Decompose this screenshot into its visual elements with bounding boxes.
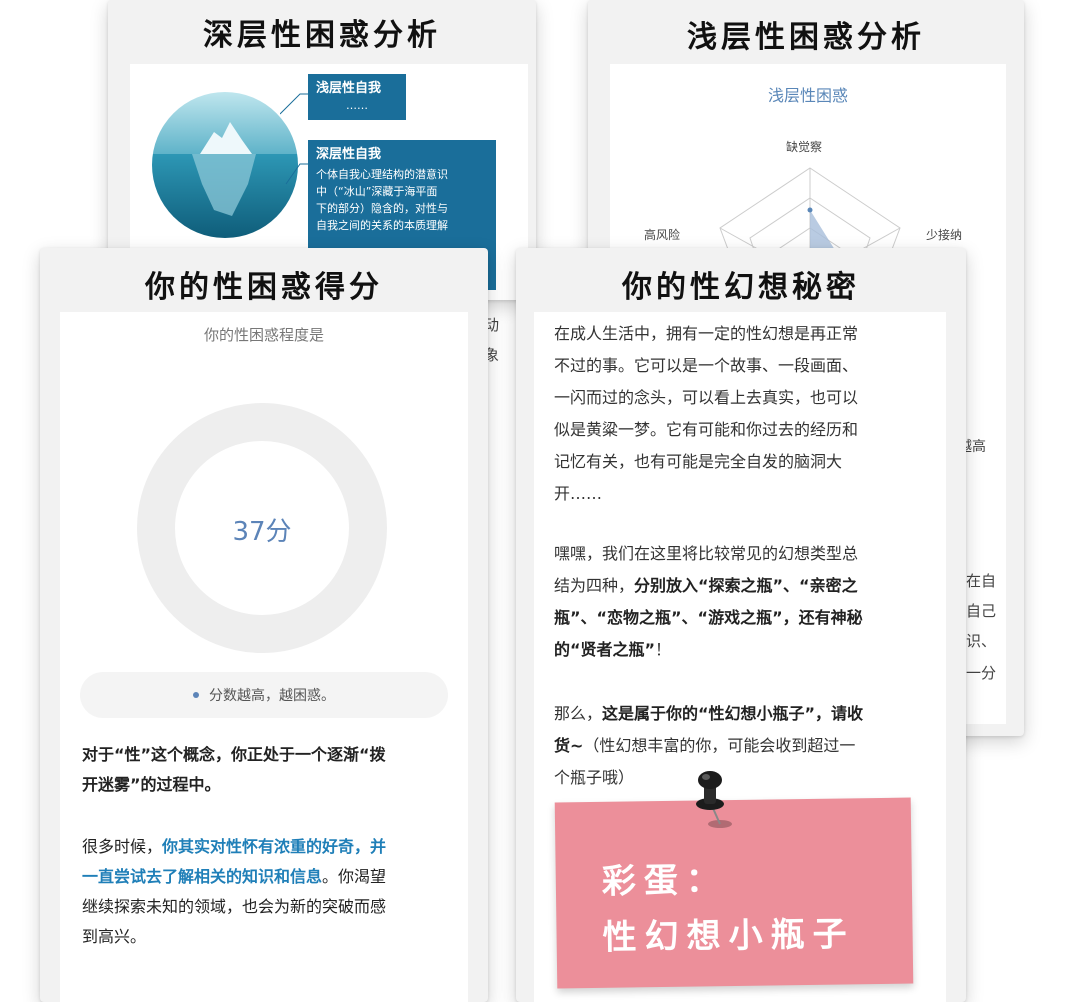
plain-text: ！	[655, 640, 672, 659]
plain-text: 很多时候，	[82, 837, 163, 856]
deep-self-line: 个体自我心理结构的潜意识	[316, 168, 448, 181]
fantasy-paragraph-3: 那么，这是属于你的“性幻想小瓶子”，请收 货~（性幻想丰富的你，可能会收到超过一…	[554, 698, 930, 794]
deep-self-line: 自我之间的关系的本质理解	[316, 219, 448, 232]
paragraph-line: 结为四种，分别放入“探索之瓶”、“亲密之	[554, 570, 930, 602]
paragraph-line: 似是黄粱一梦。它有可能和你过去的经历和	[554, 420, 859, 439]
plain-text: 。你渴望	[322, 867, 387, 886]
score-card-title: 你的性困惑得分	[145, 270, 383, 305]
shallow-card-title: 浅层性困惑分析	[687, 20, 925, 55]
score-subtitle: 你的性困惑程度是	[203, 326, 324, 344]
bold-text: 货~	[554, 736, 584, 755]
score-legend: 分数越高，越困惑。	[80, 672, 448, 718]
fantasy-card-title: 你的性幻想秘密	[622, 270, 860, 305]
shallow-card-fragment: 一分	[966, 664, 997, 682]
shallow-card-fragment: 在自	[966, 572, 997, 590]
score-donut-chart: 37分	[137, 403, 387, 653]
deep-self-title: 深层性自我	[316, 147, 382, 162]
paragraph-line: 一直尝试去了解相关的知识和信息。你渴望	[82, 862, 452, 892]
paragraph-line: 货~（性幻想丰富的你，可能会收到超过一	[554, 730, 930, 762]
highlight-text: 你其实对性怀有浓重的好奇，并	[162, 837, 387, 856]
paragraph-line: 开迷雾”的过程中。	[82, 775, 221, 794]
paragraph-line: 的“贤者之瓶”！	[554, 634, 930, 666]
shallow-self-ellipsis: ……	[346, 99, 368, 112]
paragraph-line: 个瓶子哦）	[554, 768, 635, 787]
bold-text: 分别放入“探索之瓶”、“亲密之	[634, 576, 858, 595]
sticky-line-2: 性幻想小瓶子	[602, 914, 855, 958]
shallow-self-box: 浅层性自我 ……	[308, 74, 406, 120]
highlight-text: 一直尝试去了解相关的知识和信息	[82, 867, 323, 886]
score-value-label: 37分	[232, 517, 291, 547]
score-card: 你的性困惑得分 你的性困惑程度是 37分 分数越高，越困惑。 对于“性”这个概念…	[40, 248, 488, 1002]
shallow-card-fragment: 自己	[966, 602, 997, 620]
plain-text: 结为四种，	[554, 576, 635, 595]
paragraph-line: 一闪而过的念头，可以看上去真实，也可以	[554, 388, 859, 407]
bold-text: 这是属于你的“性幻想小瓶子”，请收	[602, 704, 864, 723]
iceberg-image	[152, 92, 298, 238]
score-card-panel: 你的性困惑程度是 37分 分数越高，越困惑。 对于“性”这个概念，你正处于一个逐…	[60, 312, 468, 1002]
paragraph-line: 开……	[554, 484, 603, 503]
radar-point	[807, 207, 813, 213]
sticky-line-1: 彩蛋：	[601, 860, 729, 902]
deep-self-line: 下的部分）隐含的，对性与	[316, 202, 448, 215]
score-paragraph-1: 对于“性”这个概念，你正处于一个逐渐“拨 开迷雾”的过程中。	[82, 740, 452, 800]
radar-title: 浅层性困惑	[767, 86, 848, 105]
bold-text: 瓶”、“恋物之瓶”、“游戏之瓶”，还有神秘	[554, 608, 863, 627]
radar-axis-left: 高风险	[644, 228, 681, 242]
radar-axis-right: 少接纳	[926, 228, 963, 242]
plain-text: 那么，	[554, 704, 603, 723]
bold-text: 的“贤者之瓶”	[554, 640, 656, 659]
deep-card-title: 深层性困惑分析	[203, 18, 441, 53]
paragraph-line: 瓶”、“恋物之瓶”、“游戏之瓶”，还有神秘	[554, 602, 930, 634]
paragraph-line: 在成人生活中，拥有一定的性幻想是再正常	[554, 324, 859, 343]
paragraph-line: 不过的事。它可以是一个故事、一段画面、	[554, 356, 859, 375]
paragraph-line: 继续探索未知的领域，也会为新的突破而感	[82, 897, 387, 916]
paragraph-line: 那么，这是属于你的“性幻想小瓶子”，请收	[554, 698, 930, 730]
paragraph-line: 记忆有关，也有可能是完全自发的脑洞大	[554, 452, 843, 471]
radar-axis-top: 缺觉察	[786, 140, 823, 154]
plain-text: （性幻想丰富的你，可能会收到超过一	[583, 736, 856, 755]
legend-dot	[193, 692, 199, 698]
paragraph-line: 对于“性”这个概念，你正处于一个逐渐“拨	[82, 745, 386, 764]
fantasy-paragraph-1: 在成人生活中，拥有一定的性幻想是再正常 不过的事。它可以是一个故事、一段画面、 …	[554, 318, 930, 510]
legend-text: 分数越高，越困惑。	[209, 688, 335, 704]
paragraph-line: 到高兴。	[82, 927, 147, 946]
fantasy-paragraph-2: 嘿嘿，我们在这里将比较常见的幻想类型总 结为四种，分别放入“探索之瓶”、“亲密之…	[554, 538, 930, 666]
deep-self-line: 中（“冰山”深藏于海平面	[316, 185, 438, 198]
paragraph-line: 很多时候，你其实对性怀有浓重的好奇，并	[82, 832, 452, 862]
paragraph-line: 嘿嘿，我们在这里将比较常见的幻想类型总	[554, 544, 859, 563]
push-pin-icon	[696, 771, 732, 828]
shallow-self-title: 浅层性自我	[316, 81, 382, 96]
score-paragraph-2: 很多时候，你其实对性怀有浓重的好奇，并 一直尝试去了解相关的知识和信息。你渴望 …	[82, 832, 452, 952]
shallow-card-fragment: 识、	[966, 632, 997, 650]
